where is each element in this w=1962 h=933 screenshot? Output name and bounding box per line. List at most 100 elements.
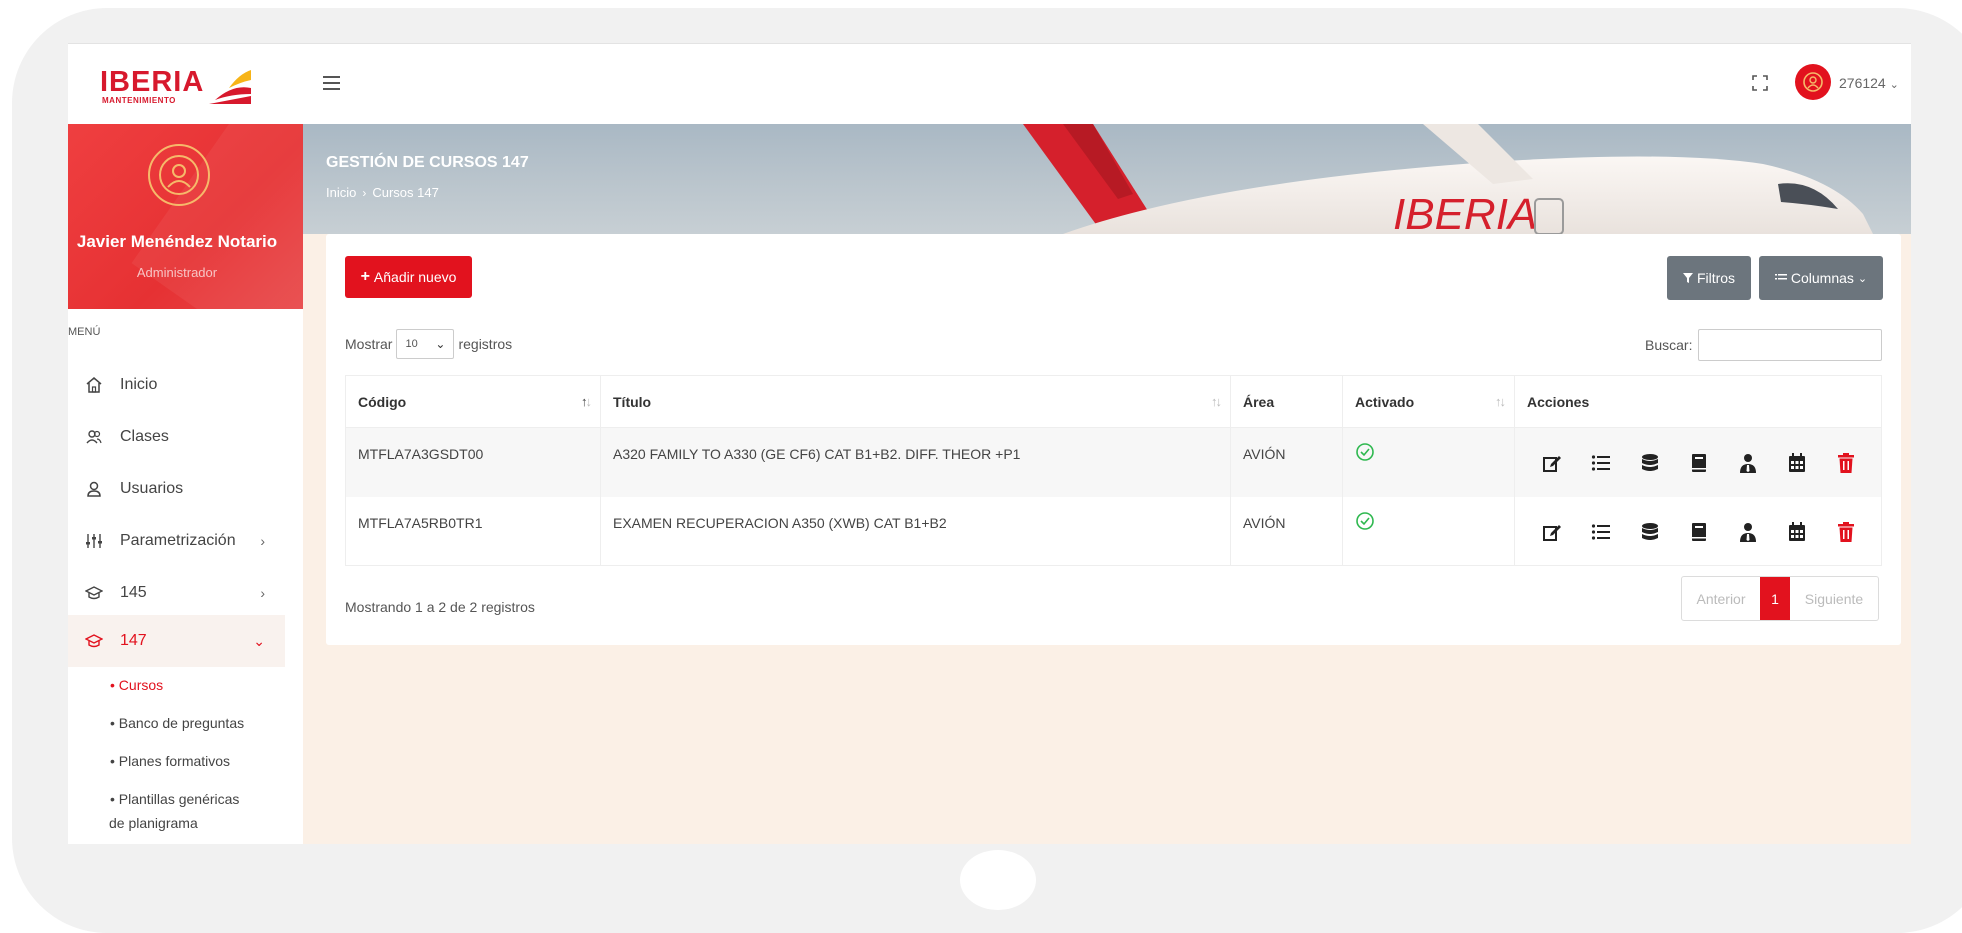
edit-icon[interactable] (1527, 517, 1576, 547)
cell-code: MTFLA7A3GSDT00 (345, 427, 601, 497)
list-icon[interactable] (1576, 448, 1625, 478)
chevron-right-icon: › (260, 585, 265, 601)
sidebar: Javier Menéndez Notario Administrador ME… (68, 124, 303, 844)
user-avatar[interactable] (1795, 64, 1831, 100)
show-label: Mostrar (345, 336, 393, 352)
columns-list-icon (1774, 274, 1787, 280)
filter-icon (1682, 273, 1693, 283)
column-header-codigo[interactable]: Código ↑↓ (345, 375, 601, 428)
graduation-cap-icon (82, 632, 106, 650)
subitem-banco-de-preguntas[interactable]: • Banco de preguntas (110, 711, 244, 735)
cell-active (1342, 427, 1515, 497)
trash-icon[interactable] (1821, 517, 1870, 547)
sidebar-item-147[interactable]: 147 ⌄ (68, 615, 285, 667)
graduation-cap-icon (82, 584, 106, 602)
chevron-down-icon: ⌄ (1857, 272, 1868, 285)
app-screen: IBERIA MANTENIMIENTO 276124 ⌄ Javier Men… (68, 43, 1911, 844)
table-info: Mostrando 1 a 2 de 2 registros (345, 599, 535, 615)
subitem-planes-formativos[interactable]: • Planes formativos (110, 749, 230, 773)
profile-name: Javier Menéndez Notario (76, 232, 278, 251)
user-menu[interactable]: 276124 ⌄ (1839, 75, 1899, 91)
search-control: Buscar: (1645, 329, 1883, 361)
search-input[interactable] (1698, 329, 1883, 361)
user-icon (82, 480, 106, 498)
fullscreen-icon[interactable] (1751, 74, 1769, 92)
page-1-button[interactable]: 1 (1760, 577, 1790, 620)
cell-title: EXAMEN RECUPERACION A350 (XWB) CAT B1+B2 (600, 496, 1231, 566)
iberia-wing-icon (209, 70, 251, 104)
sidebar-item-label: 145 (120, 584, 147, 601)
sidebar-item-label: 147 (120, 632, 147, 649)
logo-text: IBERIA (100, 66, 205, 98)
sidebar-item-145[interactable]: 145 › (68, 568, 285, 618)
previous-page-button[interactable]: Anterior (1682, 577, 1760, 620)
column-header-activado[interactable]: Activado ↑↓ (1342, 375, 1515, 428)
sidebar-item-label: Usuarios (120, 480, 184, 497)
subitem-plantillas-genericas-cont[interactable]: de planigrama (109, 811, 198, 835)
sliders-icon (82, 532, 106, 550)
column-header-titulo[interactable]: Título ↑↓ (600, 375, 1231, 428)
database-icon[interactable] (1625, 448, 1674, 478)
sort-icon: ↑↓ (1495, 394, 1506, 409)
profile-panel: Javier Menéndez Notario Administrador (68, 124, 303, 309)
check-circle-icon (1356, 443, 1374, 461)
cell-area: AVIÓN (1230, 496, 1343, 566)
trash-icon[interactable] (1821, 448, 1870, 478)
book-icon[interactable] (1674, 448, 1723, 478)
sidebar-item-parametrizacion[interactable]: Parametrización › (68, 516, 285, 566)
columns-button[interactable]: Columnas ⌄ (1759, 256, 1883, 300)
sidebar-item-inicio[interactable]: Inicio (68, 360, 285, 410)
sort-icon: ↑↓ (1211, 394, 1222, 409)
sidebar-item-label: Parametrización (120, 532, 236, 549)
plus-icon: + (360, 268, 370, 285)
plane-illustration: IBERIA (1023, 124, 1873, 234)
cell-area: AVIÓN (1230, 427, 1343, 497)
cell-actions (1514, 496, 1882, 566)
sidebar-item-clases[interactable]: Clases (68, 412, 285, 462)
cell-actions (1514, 427, 1882, 497)
calendar-icon[interactable] (1772, 448, 1821, 478)
calendar-icon[interactable] (1772, 517, 1821, 547)
top-bar: IBERIA MANTENIMIENTO 276124 ⌄ (68, 43, 1911, 124)
database-icon[interactable] (1625, 517, 1674, 547)
user-tie-icon[interactable] (1723, 448, 1772, 478)
records-label: registros (458, 336, 513, 352)
sidebar-item-label: Clases (120, 428, 169, 445)
list-icon[interactable] (1576, 517, 1625, 547)
edit-icon[interactable] (1527, 448, 1576, 478)
subitem-plantillas-genericas[interactable]: • Plantillas genéricas (110, 787, 239, 811)
page-size-select[interactable]: 10 ⌄ (396, 329, 455, 359)
chevron-down-icon: ⌄ (253, 632, 265, 649)
user-code: 276124 (1839, 75, 1886, 91)
courses-table: Código ↑↓ Título ↑↓ Área Activado ↑↓ Acc… (345, 375, 1882, 566)
search-label: Buscar: (1645, 337, 1693, 353)
page-title: GESTIÓN DE CURSOS 147 (326, 154, 529, 171)
menu-title: MENÚ (68, 326, 101, 338)
breadcrumb-current: Cursos 147 (372, 185, 439, 200)
column-header-acciones: Acciones (1514, 375, 1882, 428)
user-tie-icon[interactable] (1723, 517, 1772, 547)
page-size-control: Mostrar 10 ⌄ registros (345, 329, 512, 359)
chevron-right-icon: › (260, 533, 265, 549)
next-page-button[interactable]: Siguiente (1790, 577, 1878, 620)
user-avatar-icon (1803, 72, 1823, 92)
book-icon[interactable] (1674, 517, 1723, 547)
profile-avatar (148, 144, 210, 206)
device-home-button (960, 850, 1036, 910)
check-circle-icon (1356, 511, 1374, 530)
logo-subtext: MANTENIMIENTO (102, 96, 176, 105)
chevron-down-icon: ⌄ (435, 337, 446, 351)
hamburger-menu-icon[interactable] (321, 72, 343, 94)
iberia-logo[interactable]: IBERIA MANTENIMIENTO (100, 66, 252, 106)
filters-button[interactable]: Filtros (1667, 256, 1751, 300)
sort-asc-icon: ↑↓ (581, 394, 592, 409)
add-new-button[interactable]: + Añadir nuevo (345, 256, 472, 298)
courses-card: + Añadir nuevo Filtros Columnas ⌄ Mostra… (326, 234, 1901, 645)
chevron-right-icon: › (362, 185, 367, 200)
cell-active (1342, 496, 1515, 566)
breadcrumb-home[interactable]: Inicio (326, 185, 356, 200)
sidebar-item-usuarios[interactable]: Usuarios (68, 464, 285, 514)
chevron-down-icon: ⌄ (1889, 79, 1899, 91)
column-header-area[interactable]: Área (1230, 375, 1343, 428)
subitem-cursos[interactable]: • Cursos (110, 673, 163, 697)
